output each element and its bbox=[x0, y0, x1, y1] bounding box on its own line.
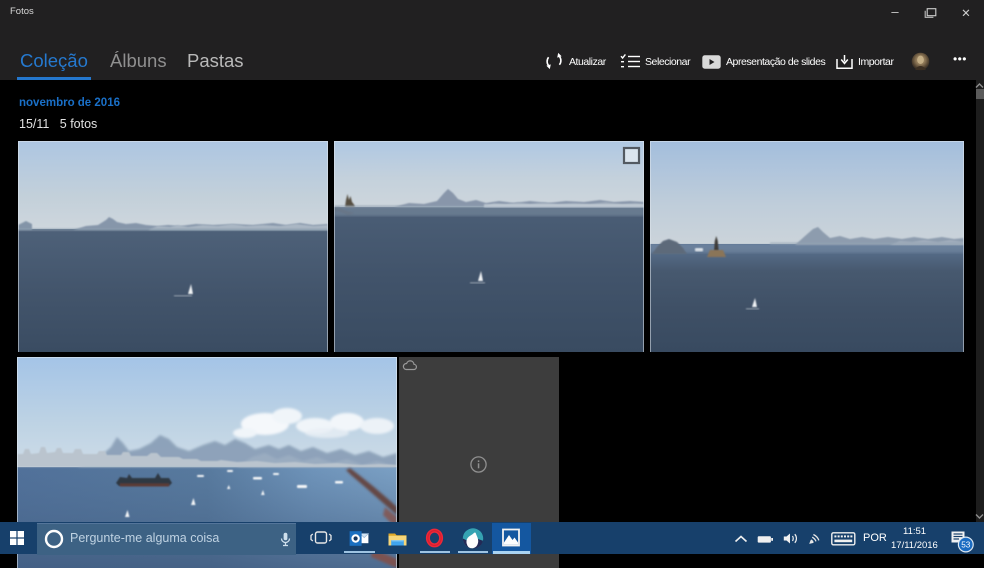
svg-text:53: 53 bbox=[961, 540, 971, 549]
